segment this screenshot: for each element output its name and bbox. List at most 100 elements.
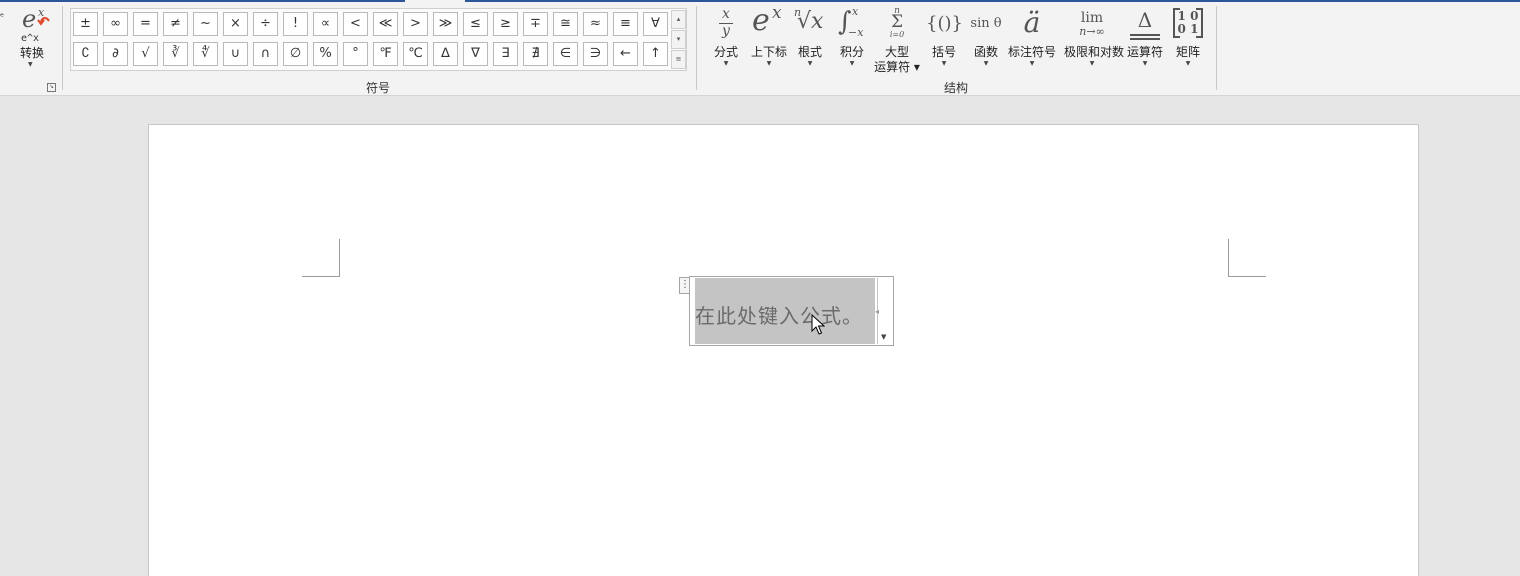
equation-placeholder: 在此处键入公式。 (695, 304, 863, 328)
symbol-button[interactable]: √ (133, 42, 158, 66)
radical-button[interactable]: n √x 根式 ▼ (793, 6, 827, 76)
equation-ribbon: ᵉ e x e^x 转换 ▼ ↘ ▴ ▾ ≡ ± ∞ = ≠ ~ × ÷! ∝ < ≪ > ≫ ≤ ≥ ∓ ≅… (0, 2, 1520, 96)
accent-icon: ä (1023, 6, 1041, 39)
radical-icon-body: √x (797, 9, 824, 34)
limit-log-button[interactable]: lim n→∞ 极限和对数 ▼ (1064, 6, 1124, 76)
chevron-down-icon: ▼ (849, 60, 855, 67)
symbol-button[interactable]: ≈ (583, 12, 608, 36)
bracket-icon: {()} (926, 13, 963, 34)
script-button[interactable]: e x 上下标 ▼ (750, 3, 788, 76)
accent-button[interactable]: ä 标注符号 ▼ (1008, 6, 1056, 76)
fraction-button[interactable]: x y 分式 ▼ (708, 6, 744, 76)
symbol-button[interactable]: ∂ (103, 42, 128, 66)
equation-container[interactable]: 在此处键入公式。 ◂ ▼ (689, 276, 894, 346)
convert-icon-e: e (22, 6, 36, 33)
dialog-launcher-icon[interactable]: ↘ (47, 83, 56, 92)
gallery-scroll-up-icon[interactable]: ▴ (671, 10, 686, 29)
function-icon: sin θ (970, 16, 1002, 31)
symbol-button[interactable]: ∪ (223, 42, 248, 66)
symbol-button[interactable]: ≪ (373, 12, 398, 36)
matrix-button[interactable]: 1 0 0 1 矩阵 ▼ (1172, 6, 1204, 76)
chevron-down-icon: ▼ (28, 61, 33, 68)
operator-label: 运算符 (1126, 45, 1163, 59)
limit-icon-bottom: n→∞ (1079, 25, 1105, 38)
matrix-icon: 1 0 0 1 (1172, 6, 1204, 42)
equation-input[interactable]: 在此处键入公式。 (695, 278, 875, 344)
symbol-button[interactable]: ℃ (403, 42, 428, 66)
limit-icon: lim n→∞ (1070, 6, 1114, 42)
symbol-button[interactable]: ∀ (643, 12, 668, 36)
group-separator (62, 6, 63, 90)
symbol-button[interactable]: ≫ (433, 12, 458, 36)
symbol-button[interactable]: ∩ (253, 42, 278, 66)
symbol-button[interactable]: ≠ (163, 12, 188, 36)
radical-icon: n √x (793, 6, 827, 42)
chevron-left-icon: ◂ (875, 307, 880, 316)
symbol-button[interactable]: ∛ (163, 42, 188, 66)
document-page[interactable] (148, 124, 1419, 576)
integral-icon-sup: x (852, 5, 859, 18)
symbol-button[interactable]: % (313, 42, 338, 66)
symbol-button[interactable]: ∞ (103, 12, 128, 36)
chevron-down-icon: ▼ (766, 60, 772, 67)
symbol-button[interactable]: ∁ (73, 42, 98, 66)
limit-icon-top: lim (1080, 10, 1104, 26)
symbol-button[interactable]: < (343, 12, 368, 36)
bracket-button[interactable]: {()} 括号 ▼ (926, 6, 963, 76)
script-icon: e x (750, 3, 788, 42)
convert-button[interactable]: e x e^x 转换 ▼ (10, 6, 54, 72)
operator-icon-sym: Δ (1137, 8, 1153, 32)
symbol-button[interactable]: ≥ (493, 12, 518, 36)
large-operator-icon: n Σ i=0 (878, 6, 916, 42)
symbol-button[interactable]: ± (73, 12, 98, 36)
symbol-button[interactable]: ! (283, 12, 308, 36)
gallery-scroll-down-icon[interactable]: ▾ (671, 30, 686, 49)
symbol-button[interactable]: ← (613, 42, 638, 66)
symbol-button[interactable]: ∜ (193, 42, 218, 66)
chevron-down-icon: ▼ (1185, 60, 1191, 67)
symbol-button[interactable]: ℉ (373, 42, 398, 66)
symbol-button[interactable]: ∃ (493, 42, 518, 66)
script-icon-base: e (752, 3, 770, 38)
limit-log-label: 极限和对数 (1064, 45, 1125, 59)
large-operator-label-2: 运算符 ▾ (874, 60, 920, 74)
equation-options-dropdown[interactable]: ◂ ▼ (875, 278, 893, 344)
crop-mark-top-right (1228, 239, 1266, 277)
symbol-button[interactable]: ° (343, 42, 368, 66)
operator-button[interactable]: Δ 运算符 ▼ (1127, 6, 1163, 76)
structure-group-label: 结构 (944, 81, 969, 95)
chevron-down-icon: ▼ (723, 60, 729, 67)
chevron-down-icon: ▼ (1089, 60, 1095, 67)
symbol-button[interactable]: ∈ (553, 42, 578, 66)
symbol-button[interactable]: ≅ (553, 12, 578, 36)
symbol-button[interactable]: ∓ (523, 12, 548, 36)
symbol-button[interactable]: ≤ (463, 12, 488, 36)
convert-label: 转换 (19, 46, 44, 60)
symbol-button[interactable]: ↑ (643, 42, 668, 66)
symbol-button[interactable]: ∋ (583, 42, 608, 66)
symbol-button[interactable]: ÷ (253, 12, 278, 36)
large-operator-icon-sym: Σ (890, 12, 904, 32)
symbol-button[interactable]: ∝ (313, 12, 338, 36)
operator-icon: Δ (1127, 6, 1163, 42)
symbol-button[interactable]: = (133, 12, 158, 36)
matrix-icon-row2: 0 1 (1177, 22, 1199, 36)
symbol-button[interactable]: ≡ (613, 12, 638, 36)
large-operator-button[interactable]: n Σ i=0 大型 运算符 ▾ (874, 6, 920, 76)
function-button[interactable]: sin θ 函数 ▼ (968, 6, 1004, 76)
function-label: 函数 (973, 45, 998, 59)
fraction-label: 分式 (713, 45, 738, 59)
symbol-button[interactable]: > (403, 12, 428, 36)
symbol-button[interactable]: ∇ (463, 42, 488, 66)
chevron-down-icon: ▼ (1029, 60, 1035, 67)
symbol-button[interactable]: ~ (193, 12, 218, 36)
gallery-more-icon[interactable]: ≡ (671, 50, 686, 69)
chevron-down-icon: ▼ (941, 60, 947, 67)
integral-button[interactable]: ∫ x −x 积分 ▼ (834, 6, 870, 76)
symbol-button[interactable]: ∆ (433, 42, 458, 66)
symbol-button[interactable]: ∅ (283, 42, 308, 66)
symbol-button[interactable]: ∄ (523, 42, 548, 66)
chevron-down-icon: ▼ (881, 333, 887, 341)
group-separator (696, 6, 697, 90)
symbol-button[interactable]: × (223, 12, 248, 36)
